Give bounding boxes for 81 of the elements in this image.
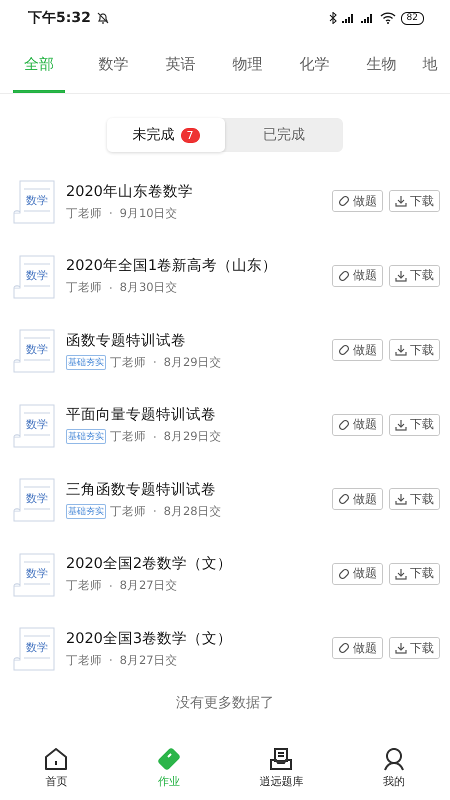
download-icon (395, 568, 407, 580)
level-tag: 基础夯实 (66, 354, 106, 370)
download-button[interactable]: 下载 (389, 264, 440, 287)
teacher-name: 丁老师 (66, 578, 102, 594)
download-button[interactable]: 下载 (389, 190, 440, 212)
download-button[interactable]: 下载 (389, 562, 440, 585)
status-time: 下午5:32 (28, 9, 91, 27)
subject-tab[interactable]: 英语 (147, 38, 214, 93)
subject-tab[interactable]: 地 (415, 38, 445, 93)
download-icon (395, 642, 407, 654)
subject-tab[interactable]: 物理 (214, 38, 281, 93)
assignment-title: 函数专题特训试卷 (66, 332, 187, 350)
due-date: 8月27日交 (120, 578, 178, 594)
separator-dot: · (109, 578, 113, 593)
wifi-icon (380, 12, 396, 24)
teacher-name: 丁老师 (110, 504, 146, 519)
due-date: 8月29日交 (164, 354, 222, 370)
eraser-icon (338, 493, 350, 506)
do-exercise-button[interactable]: 做题 (332, 488, 383, 510)
download-icon (395, 418, 407, 431)
eraser-icon (338, 344, 350, 356)
signal-icon (342, 13, 356, 23)
home-icon (43, 746, 70, 772)
download-icon (395, 493, 407, 506)
eraser-icon (338, 418, 350, 431)
eraser-icon (338, 568, 350, 580)
download-button[interactable]: 下载 (389, 339, 440, 362)
do-exercise-button[interactable]: 做题 (332, 637, 383, 660)
assignment-title: 2020年山东卷数学 (66, 182, 194, 201)
bell-off-icon (96, 11, 110, 25)
due-date: 9月10日交 (120, 206, 178, 221)
level-tag: 基础夯实 (66, 504, 106, 519)
teacher-name: 丁老师 (110, 429, 146, 444)
subject-tab[interactable]: 化学 (281, 38, 348, 93)
download-icon (395, 270, 407, 282)
do-exercise-button[interactable]: 做题 (332, 414, 383, 436)
do-exercise-button[interactable]: 做题 (332, 339, 383, 362)
assignment-title: 2020全国2卷数学（文） (66, 555, 234, 574)
do-exercise-button[interactable]: 做题 (332, 264, 383, 287)
assignment-title: 2020全国3卷数学（文） (66, 630, 234, 648)
download-button[interactable]: 下载 (389, 414, 440, 436)
assignment-title: 三角函数专题特训试卷 (66, 480, 217, 499)
subject-tab[interactable]: 数学 (80, 38, 147, 93)
eraser-icon (338, 270, 350, 282)
separator-dot: · (153, 504, 157, 518)
download-icon (395, 344, 407, 356)
separator-dot: · (109, 653, 113, 668)
bluetooth-icon (328, 12, 337, 24)
teacher-name: 丁老师 (110, 354, 146, 370)
nav-item[interactable]: 首页 (0, 742, 112, 800)
download-button[interactable]: 下载 (389, 637, 440, 660)
eraser-icon (338, 642, 350, 654)
due-date: 8月29日交 (164, 429, 222, 444)
teacher-name: 丁老师 (66, 206, 102, 221)
do-exercise-button[interactable]: 做题 (332, 190, 383, 212)
nav-item[interactable]: 我的 (338, 742, 450, 800)
download-icon (395, 195, 407, 208)
signal-icon (360, 13, 375, 23)
teacher-name: 丁老师 (66, 652, 102, 668)
assignment-title: 2020年全国1卷新高考（山东） (66, 256, 278, 276)
nav-item[interactable]: 逍远题库 (225, 742, 338, 800)
separator-dot: · (109, 280, 113, 295)
subject-tab[interactable]: 生物 (348, 38, 415, 93)
assignment-title: 平面向量专题特训试卷 (66, 406, 217, 424)
teacher-name: 丁老师 (66, 280, 102, 296)
eraser-icon (338, 195, 350, 208)
status-option[interactable]: 已完成 (225, 118, 343, 152)
due-date: 8月30日交 (120, 280, 178, 296)
end-of-list-note: 没有更多数据了 (175, 694, 275, 712)
count-badge: 7 (180, 128, 200, 142)
due-date: 8月28日交 (164, 504, 222, 519)
separator-dot: · (153, 430, 157, 444)
document-tray-icon (268, 746, 294, 772)
separator-dot: · (153, 355, 157, 370)
due-date: 8月27日交 (120, 652, 178, 668)
battery-indicator: 82 (400, 12, 424, 24)
separator-dot: · (109, 206, 113, 220)
do-exercise-button[interactable]: 做题 (332, 562, 383, 585)
download-button[interactable]: 下载 (389, 488, 440, 510)
level-tag: 基础夯实 (66, 429, 106, 444)
status-option[interactable]: 未完成 7 (107, 118, 225, 152)
